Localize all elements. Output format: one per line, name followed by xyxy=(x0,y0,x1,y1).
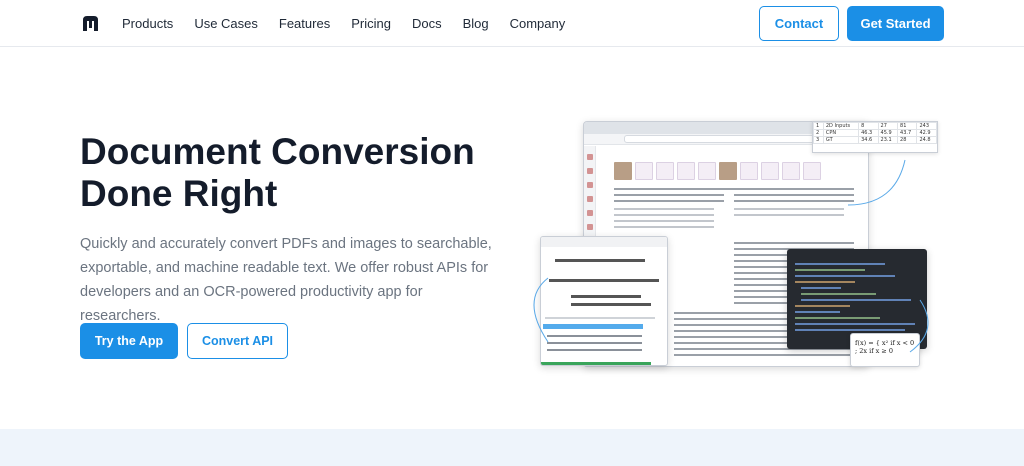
connector-arrows xyxy=(533,159,929,353)
next-section-band xyxy=(0,429,1024,466)
